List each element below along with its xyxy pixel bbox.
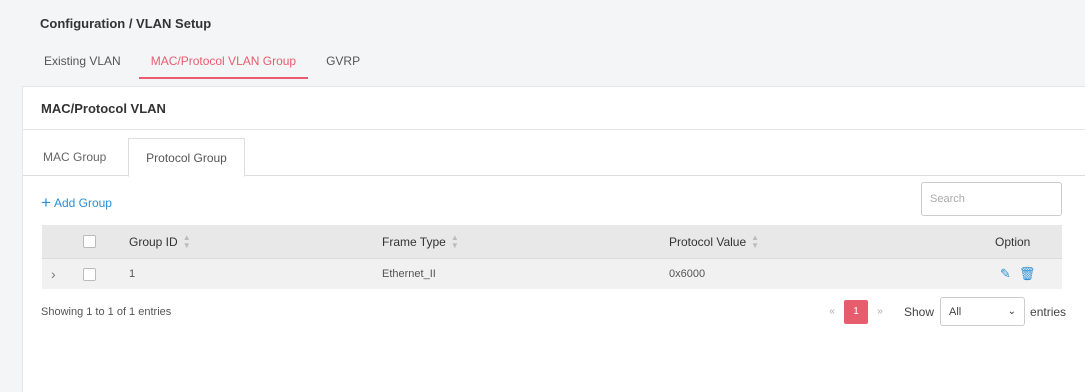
chevron-right-icon[interactable]: › bbox=[51, 266, 56, 282]
cell-group-id: 1 bbox=[129, 268, 136, 280]
sub-tabs: MAC Group Protocol Group bbox=[23, 138, 1085, 177]
prev-page-button[interactable]: « bbox=[820, 300, 844, 324]
column-header-option: Option bbox=[995, 234, 1031, 249]
add-group-button[interactable]: + Add Group bbox=[41, 193, 112, 212]
table-info: Showing 1 to 1 of 1 entries bbox=[41, 306, 172, 318]
search-input[interactable] bbox=[921, 182, 1062, 216]
protocol-group-table: Group ID ▲ ▼ Frame Type ▲ ▼ Protocol Value ▲ ▼… bbox=[42, 225, 1062, 289]
chevron-down-icon: ⌄ bbox=[1007, 306, 1017, 317]
page-1-button[interactable]: 1 bbox=[844, 299, 868, 324]
pagination: « 1 » Show All ⌄ entries bbox=[820, 297, 1066, 326]
entries-label: entries bbox=[1030, 304, 1067, 319]
tab-gvrp[interactable]: GVRP bbox=[314, 44, 372, 79]
column-header-frame-type[interactable]: Frame Type ▲ ▼ bbox=[382, 225, 459, 258]
vlan-panel: MAC/Protocol VLAN MAC Group Protocol Gro… bbox=[22, 86, 1085, 392]
table-row: › 1 Ethernet_II 0x6000 ✎ 🗑︎ bbox=[42, 258, 1062, 289]
top-tabs: Existing VLAN MAC/Protocol VLAN Group GV… bbox=[32, 44, 378, 79]
entries-select-value: All bbox=[949, 305, 962, 318]
table-header: Group ID ▲ ▼ Frame Type ▲ ▼ Protocol Value ▲ ▼… bbox=[42, 225, 1062, 258]
cell-frame-type: Ethernet_II bbox=[382, 268, 436, 280]
panel-title: MAC/Protocol VLAN bbox=[23, 87, 1085, 130]
breadcrumb: Configuration / VLAN Setup bbox=[40, 16, 212, 31]
plus-icon: + bbox=[41, 193, 51, 212]
tab-mac-group[interactable]: MAC Group bbox=[43, 138, 106, 176]
tab-mac-protocol-vlan-group[interactable]: MAC/Protocol VLAN Group bbox=[138, 44, 309, 79]
column-header-protocol-value[interactable]: Protocol Value ▲ ▼ bbox=[669, 225, 759, 258]
tab-existing-vlan[interactable]: Existing VLAN bbox=[32, 44, 133, 79]
sort-icon: ▲ ▼ bbox=[751, 232, 760, 250]
sort-icon: ▲ ▼ bbox=[182, 232, 191, 250]
next-page-button[interactable]: » bbox=[868, 300, 892, 324]
select-all-checkbox[interactable] bbox=[83, 235, 96, 248]
add-group-label: Add Group bbox=[53, 196, 112, 210]
trash-icon[interactable]: 🗑︎ bbox=[1019, 266, 1036, 282]
row-checkbox[interactable] bbox=[83, 267, 96, 281]
pencil-icon[interactable]: ✎ bbox=[1000, 266, 1011, 282]
sort-icon: ▲ ▼ bbox=[450, 232, 459, 250]
show-label: Show bbox=[904, 304, 935, 319]
column-header-group-id[interactable]: Group ID ▲ ▼ bbox=[129, 225, 191, 258]
tab-protocol-group[interactable]: Protocol Group bbox=[128, 138, 245, 177]
entries-select[interactable]: All ⌄ bbox=[940, 297, 1026, 326]
cell-protocol-value: 0x6000 bbox=[669, 268, 706, 280]
